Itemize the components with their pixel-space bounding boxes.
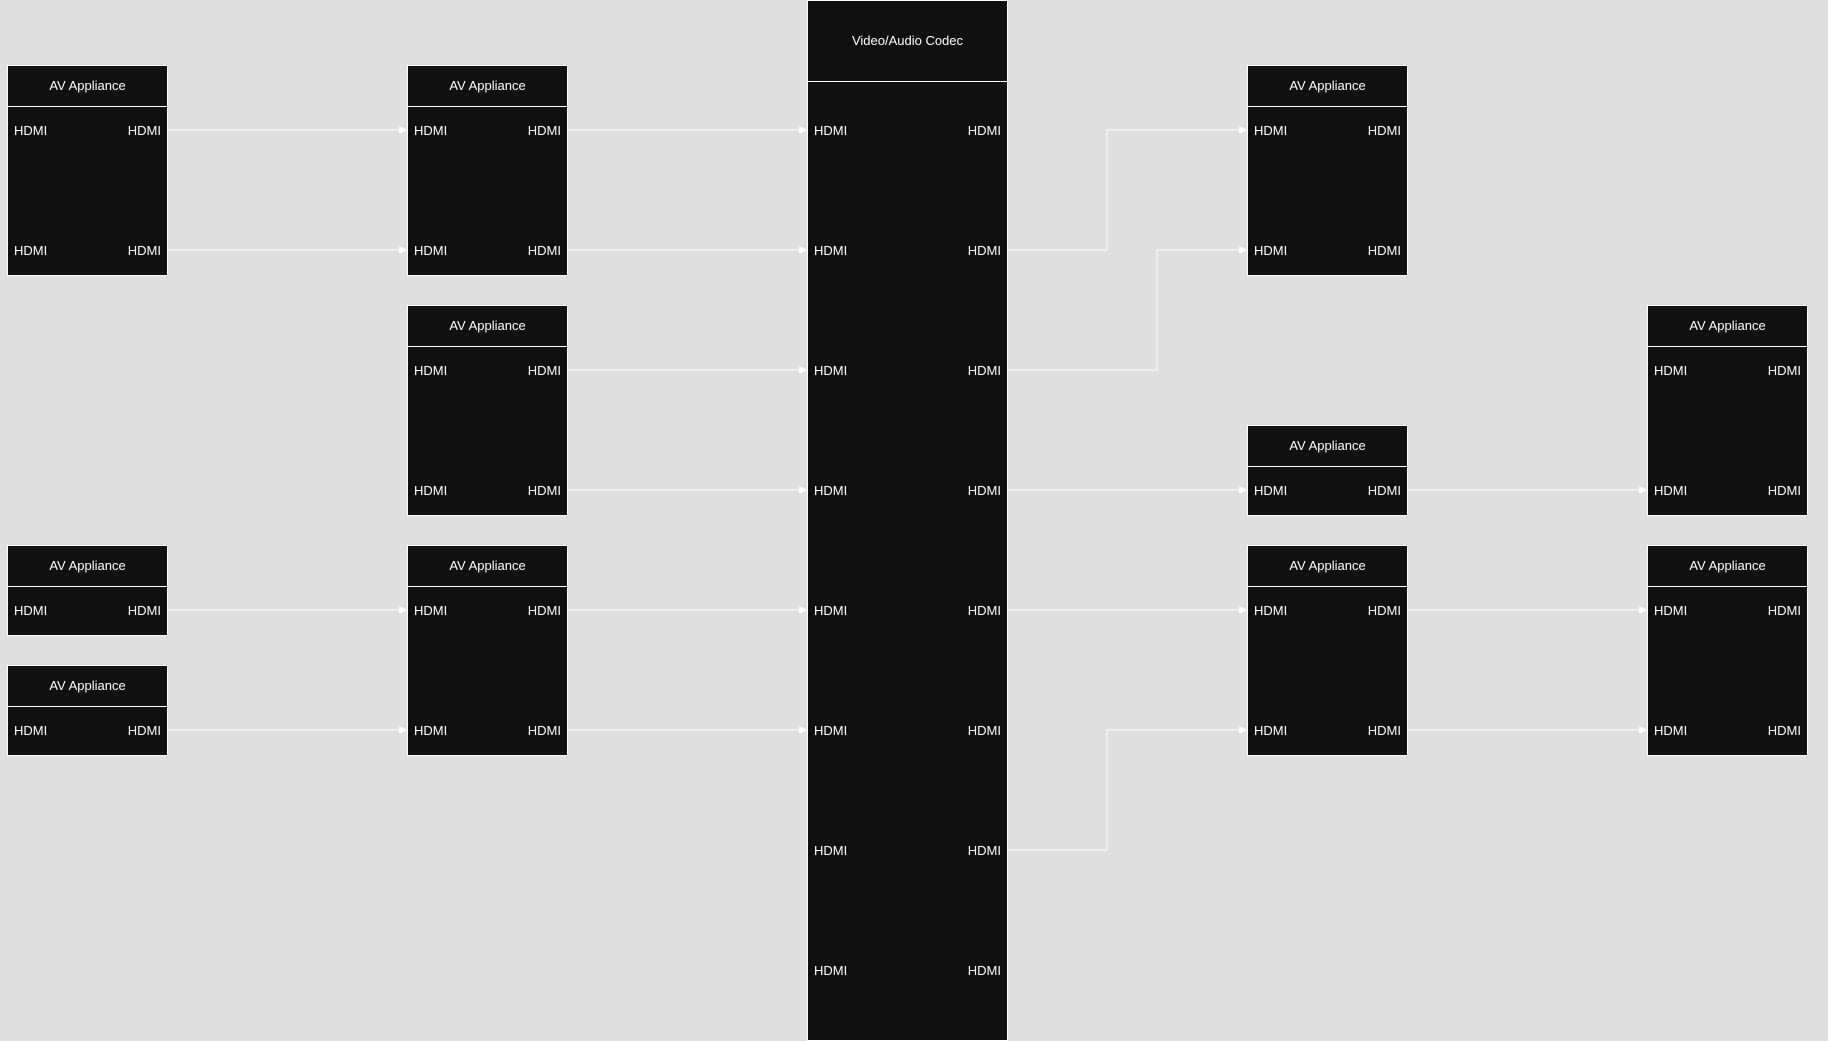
appliance-3-port-out-1[interactable]: HDMI	[128, 724, 161, 738]
av-appliance-title: AV Appliance	[1648, 306, 1807, 347]
codec-port-in-8[interactable]: HDMI	[814, 964, 847, 978]
av-appliance-node-11[interactable]: AV Appliance HDMI HDMI HDMI HDMI	[1647, 545, 1808, 756]
codec-port-in-5[interactable]: HDMI	[814, 604, 847, 618]
av-appliance-title: AV Appliance	[408, 66, 567, 107]
av-appliance-title: AV Appliance	[8, 546, 167, 587]
appliance-6-port-in-2[interactable]: HDMI	[414, 724, 447, 738]
appliance-5-port-out-2[interactable]: HDMI	[528, 484, 561, 498]
av-appliance-title: AV Appliance	[408, 306, 567, 347]
appliance-2-port-out-1[interactable]: HDMI	[128, 604, 161, 618]
av-appliance-title: AV Appliance	[1248, 426, 1407, 467]
av-appliance-node-1[interactable]: AV Appliance HDMI HDMI HDMI HDMI	[7, 65, 168, 276]
appliance-9-port-in-1[interactable]: HDMI	[1254, 604, 1287, 618]
appliance-1-port-in-2[interactable]: HDMI	[14, 244, 47, 258]
appliance-8-port-out-1[interactable]: HDMI	[1368, 484, 1401, 498]
codec-port-in-6[interactable]: HDMI	[814, 724, 847, 738]
connection-codec-out3-to-a7-in2	[1007, 246, 1247, 371]
appliance-7-port-in-1[interactable]: HDMI	[1254, 124, 1287, 138]
appliance-9-port-in-2[interactable]: HDMI	[1254, 724, 1287, 738]
av-appliance-node-4[interactable]: AV Appliance HDMI HDMI HDMI HDMI	[407, 65, 568, 276]
appliance-7-port-out-1[interactable]: HDMI	[1368, 124, 1401, 138]
diagram-canvas: Video/Audio Codec HDMI HDMI HDMI HDMI HD…	[0, 0, 1828, 1041]
appliance-10-port-out-2[interactable]: HDMI	[1768, 484, 1801, 498]
connection-codec-out7-to-a9-in2	[1007, 726, 1247, 851]
appliance-2-port-in-1[interactable]: HDMI	[14, 604, 47, 618]
appliance-9-port-out-2[interactable]: HDMI	[1368, 724, 1401, 738]
appliance-1-port-out-1[interactable]: HDMI	[128, 124, 161, 138]
av-appliance-node-2[interactable]: AV Appliance HDMI HDMI	[7, 545, 168, 636]
appliance-10-port-in-1[interactable]: HDMI	[1654, 364, 1687, 378]
appliance-7-port-in-2[interactable]: HDMI	[1254, 244, 1287, 258]
codec-port-out-1[interactable]: HDMI	[968, 124, 1001, 138]
codec-port-in-3[interactable]: HDMI	[814, 364, 847, 378]
av-appliance-node-9[interactable]: AV Appliance HDMI HDMI HDMI HDMI	[1247, 545, 1408, 756]
av-appliance-title: AV Appliance	[1648, 546, 1807, 587]
codec-port-out-3[interactable]: HDMI	[968, 364, 1001, 378]
connection-codec-out2-to-a7-in1	[1007, 126, 1247, 251]
appliance-8-port-in-1[interactable]: HDMI	[1254, 484, 1287, 498]
codec-port-in-2[interactable]: HDMI	[814, 244, 847, 258]
av-appliance-node-6[interactable]: AV Appliance HDMI HDMI HDMI HDMI	[407, 545, 568, 756]
av-appliance-node-5[interactable]: AV Appliance HDMI HDMI HDMI HDMI	[407, 305, 568, 516]
appliance-1-port-out-2[interactable]: HDMI	[128, 244, 161, 258]
appliance-7-port-out-2[interactable]: HDMI	[1368, 244, 1401, 258]
appliance-11-port-in-1[interactable]: HDMI	[1654, 604, 1687, 618]
appliance-10-port-in-2[interactable]: HDMI	[1654, 484, 1687, 498]
codec-port-in-4[interactable]: HDMI	[814, 484, 847, 498]
codec-port-in-7[interactable]: HDMI	[814, 844, 847, 858]
appliance-5-port-in-1[interactable]: HDMI	[414, 364, 447, 378]
appliance-1-port-in-1[interactable]: HDMI	[14, 124, 47, 138]
av-appliance-title: AV Appliance	[8, 666, 167, 707]
video-audio-codec-node[interactable]: Video/Audio Codec HDMI HDMI HDMI HDMI HD…	[807, 0, 1008, 1041]
codec-port-out-7[interactable]: HDMI	[968, 844, 1001, 858]
codec-title: Video/Audio Codec	[808, 1, 1007, 82]
appliance-5-port-out-1[interactable]: HDMI	[528, 364, 561, 378]
appliance-6-port-out-2[interactable]: HDMI	[528, 724, 561, 738]
appliance-9-port-out-1[interactable]: HDMI	[1368, 604, 1401, 618]
appliance-4-port-in-1[interactable]: HDMI	[414, 124, 447, 138]
codec-port-out-8[interactable]: HDMI	[968, 964, 1001, 978]
appliance-4-port-out-2[interactable]: HDMI	[528, 244, 561, 258]
appliance-11-port-out-2[interactable]: HDMI	[1768, 724, 1801, 738]
av-appliance-node-8[interactable]: AV Appliance HDMI HDMI	[1247, 425, 1408, 516]
av-appliance-title: AV Appliance	[8, 66, 167, 107]
appliance-11-port-in-2[interactable]: HDMI	[1654, 724, 1687, 738]
codec-port-out-4[interactable]: HDMI	[968, 484, 1001, 498]
appliance-10-port-out-1[interactable]: HDMI	[1768, 364, 1801, 378]
appliance-4-port-out-1[interactable]: HDMI	[528, 124, 561, 138]
av-appliance-node-10[interactable]: AV Appliance HDMI HDMI HDMI HDMI	[1647, 305, 1808, 516]
av-appliance-title: AV Appliance	[1248, 546, 1407, 587]
av-appliance-node-3[interactable]: AV Appliance HDMI HDMI	[7, 665, 168, 756]
appliance-6-port-in-1[interactable]: HDMI	[414, 604, 447, 618]
codec-port-in-1[interactable]: HDMI	[814, 124, 847, 138]
codec-port-out-2[interactable]: HDMI	[968, 244, 1001, 258]
appliance-6-port-out-1[interactable]: HDMI	[528, 604, 561, 618]
av-appliance-title: AV Appliance	[1248, 66, 1407, 107]
appliance-3-port-in-1[interactable]: HDMI	[14, 724, 47, 738]
appliance-4-port-in-2[interactable]: HDMI	[414, 244, 447, 258]
appliance-11-port-out-1[interactable]: HDMI	[1768, 604, 1801, 618]
codec-port-out-5[interactable]: HDMI	[968, 604, 1001, 618]
appliance-5-port-in-2[interactable]: HDMI	[414, 484, 447, 498]
codec-port-out-6[interactable]: HDMI	[968, 724, 1001, 738]
av-appliance-title: AV Appliance	[408, 546, 567, 587]
av-appliance-node-7[interactable]: AV Appliance HDMI HDMI HDMI HDMI	[1247, 65, 1408, 276]
